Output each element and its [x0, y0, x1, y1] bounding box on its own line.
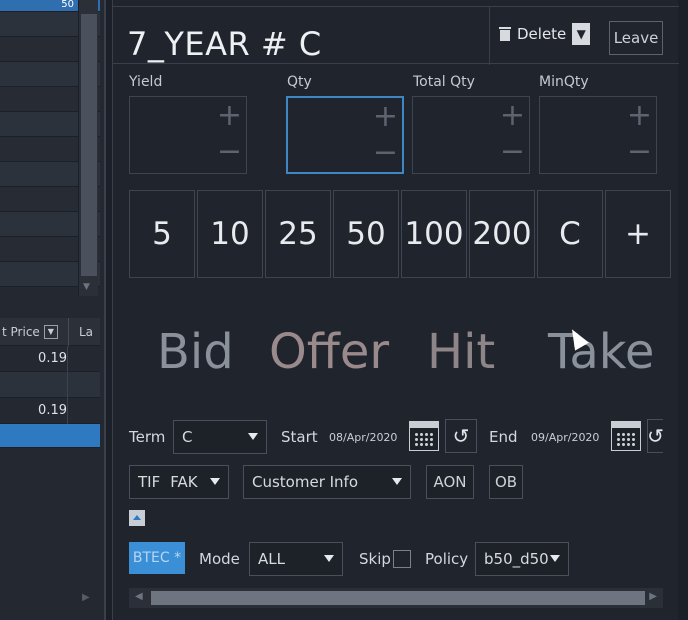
plus-icon[interactable]: + — [627, 101, 652, 131]
qty-button-clear[interactable]: C — [537, 190, 603, 278]
mode-select[interactable]: ALL — [249, 542, 343, 576]
min-qty-label: MinQty — [539, 74, 589, 90]
minus-icon[interactable]: − — [217, 137, 242, 167]
plus-icon[interactable]: + — [500, 101, 525, 131]
start-label: Start — [281, 428, 318, 446]
column-header-price[interactable]: t Price — [2, 325, 40, 339]
header-divider — [489, 7, 490, 65]
horizontal-scrollbar[interactable]: ◀ ▶ — [129, 588, 663, 608]
ob-button[interactable]: OB — [489, 465, 523, 499]
chevron-down-icon — [550, 555, 560, 562]
start-date[interactable]: 08/Apr/2020 — [329, 431, 397, 444]
side-buttons: Bid Offer Hit Take — [157, 324, 677, 384]
take-button[interactable]: Take — [548, 324, 654, 380]
customer-info-select[interactable]: Customer Info — [243, 465, 411, 499]
calendar-icon[interactable] — [409, 421, 439, 451]
skip-label: Skip — [359, 550, 391, 568]
yield-label: Yield — [129, 74, 163, 90]
plus-icon[interactable]: + — [217, 101, 242, 131]
min-qty-input[interactable]: + − — [539, 96, 657, 174]
table-row[interactable]: 0.19 — [0, 346, 100, 372]
policy-select[interactable]: b50_d50 — [475, 542, 569, 576]
lower-grid: t Price ▼ La 0.19 0.19 — [0, 317, 100, 448]
price-cell: 0.19 — [0, 346, 68, 372]
qty-button-10[interactable]: 10 — [197, 190, 263, 278]
delete-button[interactable]: Delete ▼ — [499, 23, 591, 45]
chevron-down-icon — [210, 478, 220, 485]
scroll-down-icon[interactable]: ▼ — [83, 282, 90, 292]
trash-icon — [499, 27, 511, 41]
term-label: Term — [129, 428, 166, 446]
tif-label: TIF — [138, 473, 161, 491]
qty-button-200[interactable]: 200 — [469, 190, 535, 278]
column-header-last[interactable]: La — [68, 317, 93, 346]
ticket-header: 7_YEAR # C Delete ▼ Leave — [113, 6, 679, 65]
tif-select[interactable]: TIF FAK — [129, 465, 229, 499]
calendar-icon[interactable] — [611, 421, 641, 451]
table-row[interactable]: 0.19 — [0, 398, 100, 424]
qty-button-add[interactable]: + — [605, 190, 671, 278]
offer-button[interactable]: Offer — [269, 324, 389, 380]
chevron-down-icon — [324, 555, 334, 562]
grid-header: t Price ▼ La — [0, 317, 100, 346]
scroll-right-icon[interactable]: ▶ — [82, 592, 90, 603]
yield-input[interactable]: + − — [129, 96, 247, 174]
qty-label: Qty — [287, 74, 312, 90]
chevron-down-icon — [248, 433, 258, 440]
minus-icon[interactable]: − — [500, 137, 525, 167]
qty-input[interactable]: + − — [286, 96, 404, 174]
qty-button-100[interactable]: 100 — [401, 190, 467, 278]
policy-label: Policy — [425, 550, 469, 568]
expand-collapse-icon[interactable] — [129, 510, 145, 526]
end-date[interactable]: 09/Apr/2020 — [531, 431, 599, 444]
qty-button-25[interactable]: 25 — [265, 190, 331, 278]
plus-icon[interactable]: + — [373, 102, 398, 132]
skip-checkbox[interactable] — [393, 550, 411, 568]
table-row-selected[interactable] — [0, 424, 100, 448]
tif-value: FAK — [170, 473, 198, 491]
chevron-down-icon — [392, 478, 402, 485]
minus-icon[interactable]: − — [627, 137, 652, 167]
term-select[interactable]: C — [173, 420, 267, 454]
delete-dropdown-icon[interactable]: ▼ — [572, 23, 591, 45]
scroll-right-icon[interactable]: ▶ — [649, 591, 657, 602]
left-blotter-panel: 50 ▼ t Price ▼ La 0.19 0.19 ▶ — [0, 0, 106, 620]
btec-button[interactable]: BTEC * — [129, 542, 185, 574]
total-qty-label: Total Qty — [413, 74, 475, 90]
delete-label: Delete — [517, 25, 567, 43]
total-qty-input[interactable]: + − — [412, 96, 530, 174]
quantity-buttons: 5 10 25 50 100 200 C + — [129, 190, 671, 278]
scrollbar-thumb[interactable] — [81, 14, 97, 276]
price-cell — [0, 372, 68, 398]
order-ticket: 7_YEAR # C Delete ▼ Leave Yield Qty Tota… — [112, 0, 679, 620]
qty-button-5[interactable]: 5 — [129, 190, 195, 278]
reset-date-icon[interactable]: ↺ — [647, 419, 664, 453]
scrollbar-thumb[interactable] — [151, 591, 645, 605]
mode-label: Mode — [199, 550, 240, 568]
reset-date-icon[interactable]: ↺ — [445, 419, 477, 453]
hit-button[interactable]: Hit — [427, 324, 495, 380]
scroll-left-icon[interactable]: ◀ — [135, 591, 143, 602]
aon-button[interactable]: AON — [426, 465, 474, 499]
top-row-value: 50 — [61, 0, 74, 10]
minus-icon[interactable]: − — [373, 138, 398, 168]
end-label: End — [489, 428, 518, 446]
leave-button[interactable]: Leave — [609, 21, 663, 55]
table-row[interactable] — [0, 372, 100, 398]
qty-button-50[interactable]: 50 — [333, 190, 399, 278]
vertical-scrollbar[interactable]: ▼ — [78, 0, 98, 296]
price-cell: 0.19 — [0, 398, 68, 424]
bid-button[interactable]: Bid — [157, 324, 234, 380]
filter-dropdown-icon[interactable]: ▼ — [43, 324, 58, 339]
instrument-title: 7_YEAR # C — [127, 25, 322, 63]
